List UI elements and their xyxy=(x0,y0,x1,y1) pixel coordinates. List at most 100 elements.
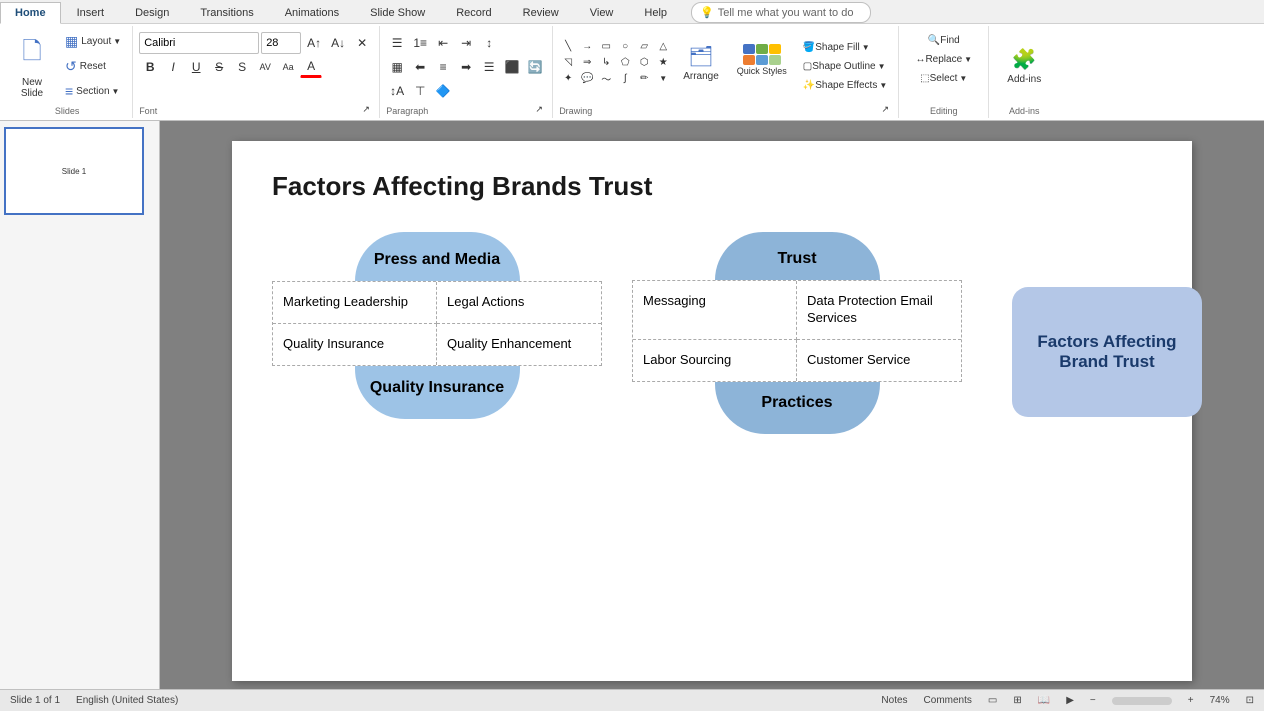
smart-art-button[interactable]: ⬛ xyxy=(501,56,523,78)
align-left-button[interactable]: ⬅ xyxy=(409,56,431,78)
strikethrough-button[interactable]: S xyxy=(208,56,230,78)
text-direction-button[interactable]: ↕A xyxy=(386,80,408,102)
section-button[interactable]: ≡ Section ▼ xyxy=(60,80,126,102)
font-name-input[interactable]: Calibri xyxy=(139,32,259,54)
shape-right-tri-icon[interactable]: ◹ xyxy=(559,55,577,71)
replace-button[interactable]: ↔ Replace ▼ xyxy=(910,51,977,68)
slide[interactable]: Factors Affecting Brands Trust Press and… xyxy=(232,141,1192,681)
tab-view[interactable]: View xyxy=(575,2,629,23)
view-presentation-icon[interactable]: ▶ xyxy=(1066,695,1074,706)
case-button[interactable]: Aa xyxy=(277,56,299,78)
comments-button[interactable]: Comments xyxy=(924,695,972,706)
notes-button[interactable]: Notes xyxy=(881,695,907,706)
zoom-in-icon[interactable]: + xyxy=(1188,695,1194,706)
bullets-button[interactable]: ☰ xyxy=(386,32,408,54)
shape-arrow-icon[interactable]: → xyxy=(578,39,596,55)
italic-button[interactable]: I xyxy=(162,56,184,78)
outline-dropdown-icon: ▼ xyxy=(878,62,886,71)
tab-review[interactable]: Review xyxy=(508,2,574,23)
shape-parallelogram-icon[interactable]: ▱ xyxy=(635,39,653,55)
new-slide-button[interactable]: 🗋 NewSlide xyxy=(8,29,56,104)
align-right-button[interactable]: ➡ xyxy=(455,56,477,78)
align-center-button[interactable]: ≡ xyxy=(432,56,454,78)
slide-thumbnail[interactable]: Slide 1 xyxy=(4,127,144,215)
reset-button[interactable]: ↺ Reset xyxy=(60,55,126,78)
shape-bent-arrow-icon[interactable]: ↳ xyxy=(597,55,615,71)
group-editing: 🔍 Find ↔ Replace ▼ ⬚ Select ▼ Editing xyxy=(899,26,989,118)
tab-animations[interactable]: Animations xyxy=(270,2,354,23)
shape-effects-button[interactable]: ✨ Shape Effects ▼ xyxy=(798,77,892,94)
layout-button[interactable]: ▦ Layout ▼ xyxy=(60,30,126,53)
bold-button[interactable]: B xyxy=(139,56,161,78)
trust-shape[interactable]: Trust xyxy=(715,232,880,280)
tab-home[interactable]: Home xyxy=(0,2,61,24)
add-ins-button[interactable]: 🧩 Add-ins xyxy=(1000,42,1048,90)
cell-customer-service: Customer Service xyxy=(797,340,961,381)
shape-hex-icon[interactable]: ⬡ xyxy=(635,55,653,71)
layout-dropdown-icon: ▼ xyxy=(113,37,121,46)
shape-4star-icon[interactable]: ✦ xyxy=(559,71,577,87)
paragraph-dialog-button[interactable]: ↗ xyxy=(532,102,546,116)
increase-indent-button[interactable]: ⇥ xyxy=(455,32,477,54)
view-reading-icon[interactable]: 📖 xyxy=(1038,695,1050,706)
shape-rect-icon[interactable]: ▭ xyxy=(597,39,615,55)
tab-slideshow[interactable]: Slide Show xyxy=(355,2,440,23)
underline-button[interactable]: U xyxy=(185,56,207,78)
justify-button[interactable]: ☰ xyxy=(478,56,500,78)
select-dropdown-icon: ▼ xyxy=(959,74,967,83)
addins-icon: 🧩 xyxy=(1012,47,1037,72)
factors-box[interactable]: Factors Affecting Brand Trust xyxy=(1012,287,1202,417)
numbering-button[interactable]: 1≡ xyxy=(409,32,431,54)
drawing-dialog-button[interactable]: ↗ xyxy=(878,102,892,116)
layout-label: Layout xyxy=(81,36,111,47)
quick-styles-button[interactable]: Quick Styles xyxy=(730,39,794,82)
convert-smartart-button[interactable]: 🔄 xyxy=(524,56,546,78)
convert-to-smartart-button[interactable]: 🔷 xyxy=(432,80,454,102)
add-columns-button[interactable]: ▦ xyxy=(386,56,408,78)
line-spacing-button[interactable]: ↕ xyxy=(478,32,500,54)
arrange-button[interactable]: 🗂 Arrange xyxy=(676,39,726,87)
view-normal-icon[interactable]: ▭ xyxy=(988,695,997,706)
align-text-button[interactable]: ⊤ xyxy=(409,80,431,102)
fill-dropdown-icon: ▼ xyxy=(862,43,870,52)
shape-pentagon-icon[interactable]: ⬠ xyxy=(616,55,634,71)
shape-triangle-icon[interactable]: △ xyxy=(654,39,672,55)
shape-more-icon[interactable]: ▼ xyxy=(654,71,672,87)
tell-me-box[interactable]: 💡 Tell me what you want to do xyxy=(691,2,871,23)
font-color-button[interactable]: A xyxy=(300,56,322,78)
group-drawing: ╲ → ▭ ○ ▱ △ ◹ ⇒ ↳ ⬠ ⬡ xyxy=(553,26,899,118)
decrease-indent-button[interactable]: ⇤ xyxy=(432,32,454,54)
tab-transitions[interactable]: Transitions xyxy=(185,2,268,23)
select-button[interactable]: ⬚ Select ▼ xyxy=(915,70,972,87)
shape-right-arrow-icon[interactable]: ⇒ xyxy=(578,55,596,71)
font-size-input[interactable]: 28 xyxy=(261,32,301,54)
shape-callout-icon[interactable]: 💬 xyxy=(578,71,596,87)
font-dialog-button[interactable]: ↗ xyxy=(359,102,373,116)
tab-design[interactable]: Design xyxy=(120,2,184,23)
shape-circle-icon[interactable]: ○ xyxy=(616,39,634,55)
tab-record[interactable]: Record xyxy=(441,2,506,23)
zoom-out-icon[interactable]: − xyxy=(1090,695,1096,706)
view-slide-sorter-icon[interactable]: ⊞ xyxy=(1013,695,1021,706)
quality-insurance-shape[interactable]: Quality Insurance xyxy=(355,366,520,419)
slides-group-label: Slides xyxy=(55,104,80,116)
clear-format-button[interactable]: ✕ xyxy=(351,32,373,54)
shape-fill-button[interactable]: 🪣 Shape Fill ▼ xyxy=(798,39,892,56)
shape-outline-button[interactable]: ▢ Shape Outline ▼ xyxy=(798,58,892,75)
shape-star-icon[interactable]: ★ xyxy=(654,55,672,71)
shape-freeform-icon[interactable]: ✏ xyxy=(635,71,653,87)
zoom-bar[interactable] xyxy=(1112,697,1172,705)
tab-help[interactable]: Help xyxy=(629,2,682,23)
shape-curve-icon[interactable]: ∫ xyxy=(616,71,634,87)
find-button[interactable]: 🔍 Find xyxy=(923,32,965,49)
increase-font-button[interactable]: A↑ xyxy=(303,32,325,54)
tab-insert[interactable]: Insert xyxy=(62,2,120,23)
shape-wave-icon[interactable]: 〜 xyxy=(597,71,615,87)
practices-shape[interactable]: Practices xyxy=(715,382,880,434)
fit-slide-icon[interactable]: ⊡ xyxy=(1246,695,1254,706)
decrease-font-button[interactable]: A↓ xyxy=(327,32,349,54)
shadow-button[interactable]: S xyxy=(231,56,253,78)
press-media-shape[interactable]: Press and Media xyxy=(355,232,520,281)
char-spacing-button[interactable]: AV xyxy=(254,56,276,78)
shape-line-icon[interactable]: ╲ xyxy=(559,39,577,55)
